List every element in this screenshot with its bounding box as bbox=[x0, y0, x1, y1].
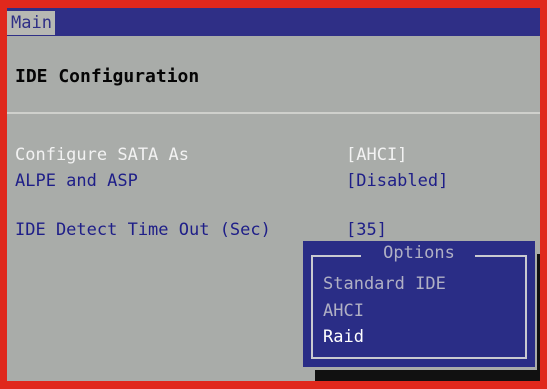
options-popup: Options Standard IDE AHCI Raid bbox=[303, 241, 535, 367]
setting-label-configure-sata[interactable]: Configure SATA As bbox=[15, 145, 189, 165]
popup-shadow bbox=[315, 370, 540, 381]
tab-main[interactable]: Main bbox=[7, 11, 55, 35]
divider bbox=[7, 112, 540, 114]
setting-value-ide-timeout[interactable]: [35] bbox=[346, 220, 387, 240]
page-title: IDE Configuration bbox=[15, 66, 200, 87]
option-ahci[interactable]: AHCI bbox=[323, 301, 364, 321]
option-standard-ide[interactable]: Standard IDE bbox=[323, 274, 446, 294]
setting-label-ide-timeout[interactable]: IDE Detect Time Out (Sec) bbox=[15, 220, 271, 240]
bios-screen: Main IDE Configuration Configure SATA As… bbox=[7, 8, 540, 381]
menu-bar: Main bbox=[7, 8, 540, 36]
option-raid[interactable]: Raid bbox=[323, 327, 364, 347]
setting-value-alpe-asp[interactable]: [Disabled] bbox=[346, 171, 448, 191]
setting-label-alpe-asp[interactable]: ALPE and ASP bbox=[15, 171, 138, 191]
setting-value-configure-sata[interactable]: [AHCI] bbox=[346, 145, 407, 165]
popup-shadow-side bbox=[537, 254, 540, 370]
popup-title: Options bbox=[383, 243, 455, 263]
